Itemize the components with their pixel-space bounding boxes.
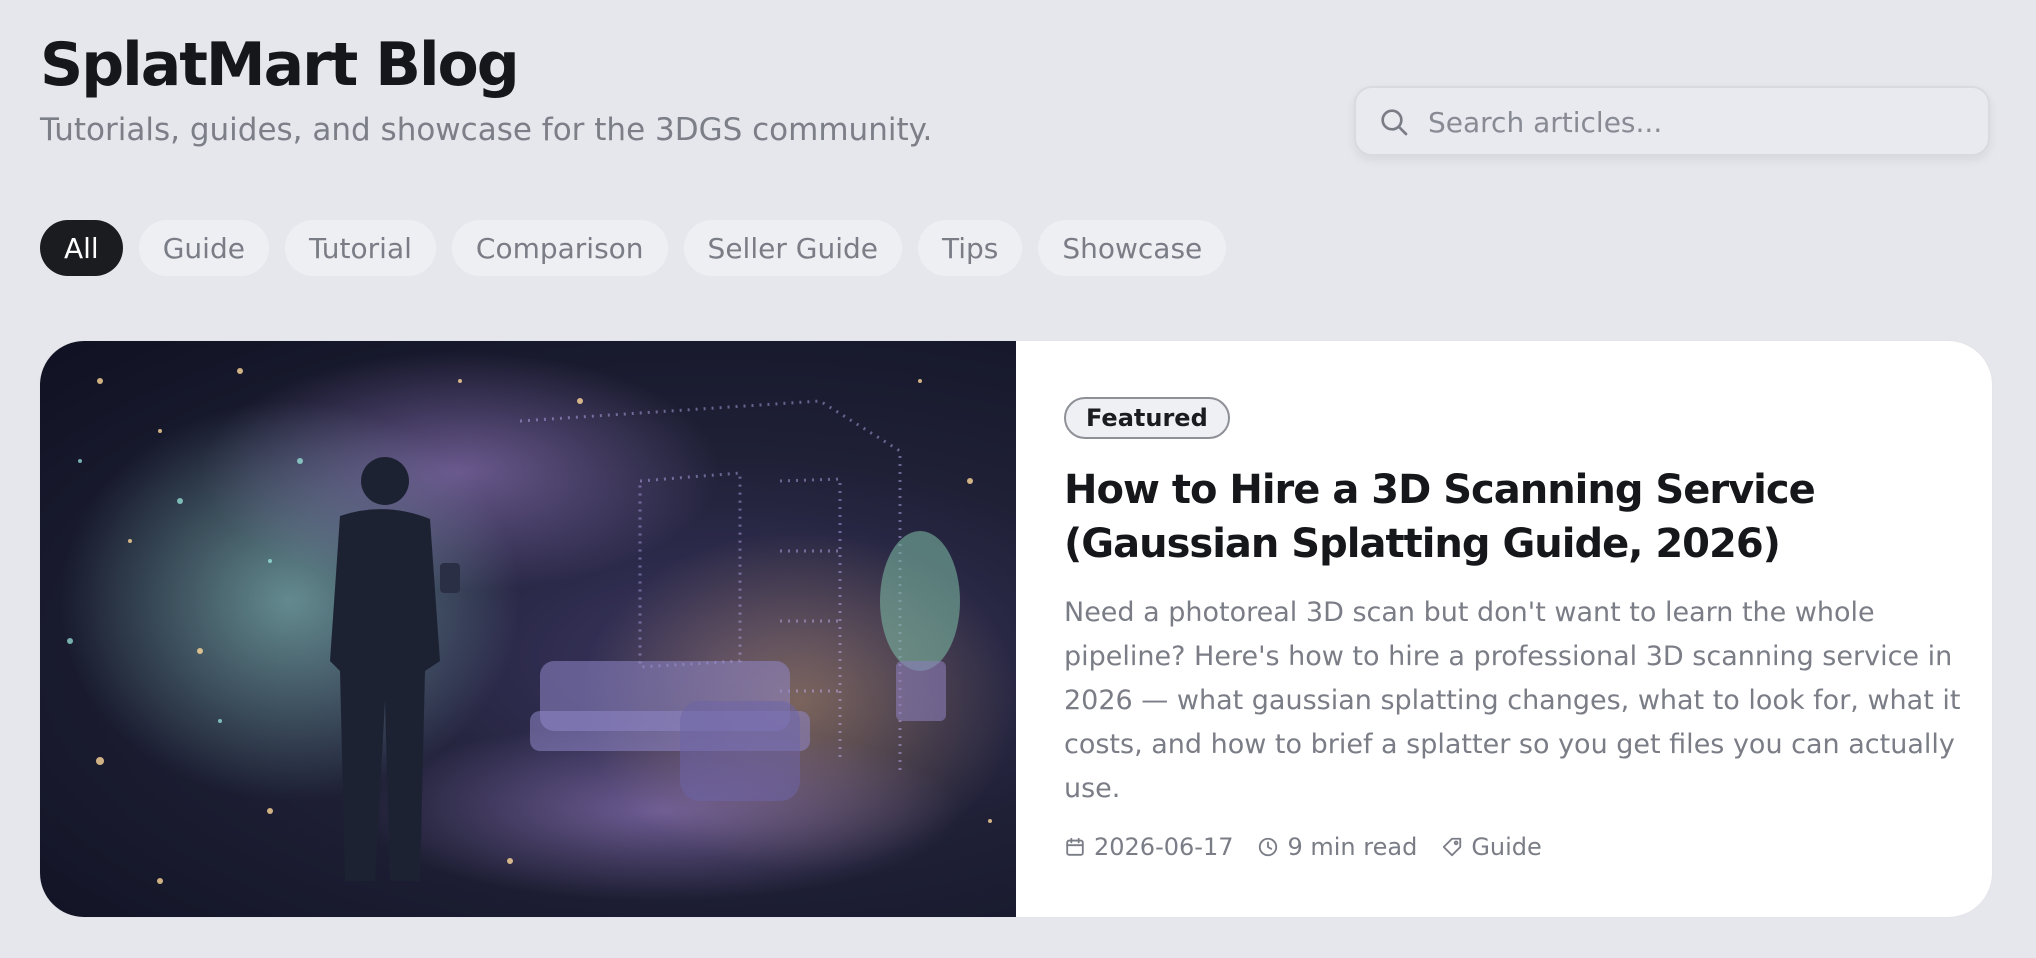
filter-comparison[interactable]: Comparison	[451, 220, 668, 276]
category-filters: All Guide Tutorial Comparison Seller Gui…	[40, 220, 1227, 276]
featured-badge: Featured	[1064, 397, 1230, 439]
featured-post-image[interactable]	[40, 341, 1016, 917]
search-input[interactable]	[1426, 88, 1970, 156]
search-icon	[1381, 109, 1408, 136]
filter-seller-guide[interactable]: Seller Guide	[683, 220, 902, 276]
filter-guide[interactable]: Guide	[138, 220, 269, 276]
page-title: SplatMart Blog	[40, 30, 520, 100]
featured-post-meta: 2026-06-17 9 min read Guide	[1064, 833, 1964, 861]
post-read-time-text: 9 min read	[1287, 833, 1418, 861]
post-read-time: 9 min read	[1257, 833, 1417, 861]
calendar-icon	[1066, 837, 1084, 856]
filter-tips[interactable]: Tips	[917, 220, 1023, 276]
post-tag-text[interactable]: Guide	[1471, 833, 1541, 861]
featured-post-excerpt: Need a photoreal 3D scan but don't want …	[1064, 597, 1961, 804]
featured-post-content: Featured How to Hire a 3D Scanning Servi…	[1064, 397, 1964, 861]
clock-icon	[1259, 837, 1278, 857]
page-subtitle: Tutorials, guides, and showcase for the …	[40, 112, 933, 148]
filter-tutorial[interactable]: Tutorial	[284, 220, 436, 276]
tag-icon	[1443, 837, 1462, 857]
filter-all[interactable]: All	[40, 220, 123, 276]
featured-post-title[interactable]: How to Hire a 3D Scanning Service (Gauss…	[1064, 463, 1964, 571]
filter-showcase[interactable]: Showcase	[1038, 220, 1227, 276]
post-date: 2026-06-17	[1064, 833, 1233, 861]
featured-post-card[interactable]: Featured How to Hire a 3D Scanning Servi…	[40, 341, 1992, 917]
search-box[interactable]	[1354, 86, 1990, 156]
post-tag[interactable]: Guide	[1441, 833, 1542, 861]
post-date-text: 2026-06-17	[1094, 833, 1234, 861]
